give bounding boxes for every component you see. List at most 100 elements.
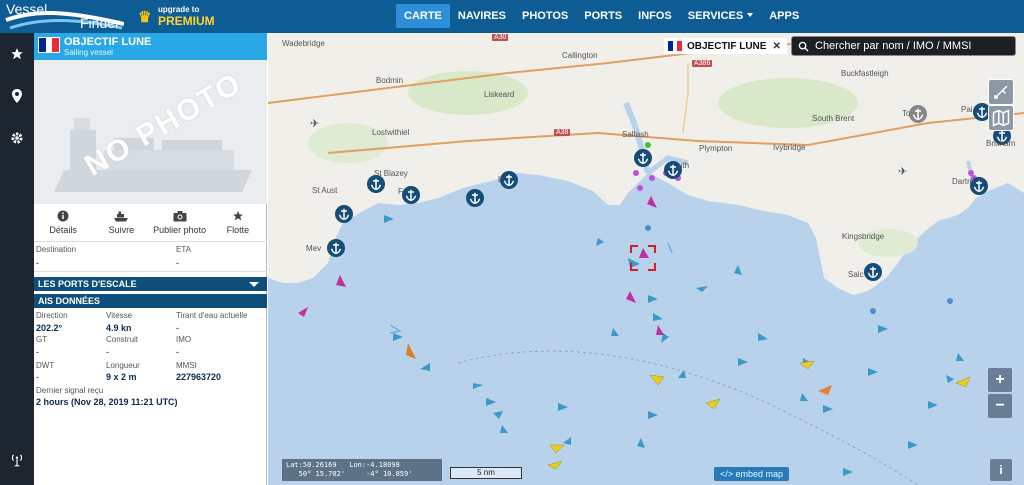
ais-data-grid: Direction Vitesse Tirant d'eau actuelle …: [34, 311, 267, 421]
follow-button[interactable]: Suivre: [92, 209, 150, 239]
port-anchor-icon[interactable]: [327, 239, 345, 260]
dwt-value: -: [36, 372, 39, 382]
map-icon: [992, 109, 1010, 127]
place-plymouth: uth: [678, 161, 690, 170]
nav-infos[interactable]: INFOS: [630, 4, 680, 28]
direction-label: Direction: [36, 311, 68, 320]
map-scale: 5 nm: [450, 467, 522, 479]
map-view[interactable]: Wadebridge Bodmin Callington Liskeard Bu…: [268, 33, 1024, 485]
place-ivybridge: Ivybridge: [773, 143, 806, 152]
vessel-search[interactable]: [791, 36, 1016, 56]
settings-button[interactable]: [0, 123, 34, 153]
place-buckfastleigh: Buckfastleigh: [841, 69, 889, 78]
search-input[interactable]: [815, 40, 1015, 52]
upgrade-caption: upgrade to: [158, 5, 200, 14]
coord-lon-dms: -4° 10.859': [366, 470, 413, 478]
follow-label: Suivre: [108, 225, 135, 235]
dwt-label: DWT: [36, 361, 55, 370]
place-kingsbridge: Kingsbridge: [842, 232, 885, 241]
port-anchor-grey-icon[interactable]: [909, 105, 927, 126]
built-value: -: [106, 347, 109, 357]
destination-value: -: [36, 258, 39, 268]
mmsi-value: 227963720: [176, 372, 222, 382]
place-st-blazey: St Blazey: [374, 169, 408, 178]
main-nav: CARTE NAVIRES PHOTOS PORTS INFOS SERVICE…: [396, 4, 807, 28]
star-icon: [11, 48, 23, 60]
gear-icon: [11, 132, 23, 144]
voyage-info: Destination ETA - -: [34, 245, 267, 273]
left-rail: [0, 33, 34, 485]
details-button[interactable]: Détails: [34, 209, 92, 239]
port-anchor-icon[interactable]: [864, 263, 882, 284]
imo-value: -: [176, 347, 179, 357]
place-mevagissey: Mev: [306, 244, 322, 253]
road-a386: A386: [692, 60, 713, 67]
chevron-down-icon: [747, 13, 754, 17]
ais-data-title: AIS DONNÉES: [38, 296, 101, 306]
vessel-type: Sailing vessel: [64, 48, 113, 57]
last-signal-value: 2 hours (Nov 28, 2019 11:21 UTC): [36, 397, 178, 407]
selected-vessel-frame[interactable]: [630, 245, 656, 271]
nav-ports[interactable]: PORTS: [576, 4, 630, 28]
port-anchor-icon[interactable]: [367, 175, 385, 196]
draught-label: Tirant d'eau actuelle: [176, 311, 248, 320]
port-anchor-icon[interactable]: [466, 189, 484, 210]
place-bodmin: Bodmin: [376, 76, 404, 85]
zoom-in-button[interactable]: +: [988, 368, 1012, 392]
place-salcombe: Salc: [848, 270, 864, 279]
port-calls-title: LES PORTS D'ESCALE: [38, 279, 137, 289]
close-icon[interactable]: ✕: [772, 41, 780, 52]
mmsi-label: MMSI: [176, 361, 197, 370]
fleet-label: Flotte: [226, 225, 250, 235]
port-anchor-icon[interactable]: [402, 186, 420, 207]
vesselfinder-logo[interactable]: Vessel Finder: [4, 2, 124, 31]
port-calls-section[interactable]: LES PORTS D'ESCALE: [34, 277, 267, 291]
nav-apps[interactable]: APPS: [761, 4, 807, 28]
place-south-brent: South Brent: [812, 114, 855, 123]
place-plympton: Plympton: [699, 144, 733, 153]
fleet-button[interactable]: Flotte: [209, 209, 267, 239]
nav-services-label: SERVICES: [687, 10, 744, 22]
draught-value: -: [176, 323, 179, 333]
built-label: Construit: [106, 335, 139, 344]
gt-value: -: [36, 347, 39, 357]
length-label: Longueur: [106, 361, 140, 370]
vessel-name[interactable]: OBJECTIF LUNE: [64, 36, 151, 48]
place-fowey: F: [398, 187, 403, 196]
nav-navires[interactable]: NAVIRES: [450, 4, 514, 28]
port-anchor-icon[interactable]: [500, 171, 518, 192]
place-totnes: To: [902, 109, 911, 118]
selected-vessel-tag[interactable]: OBJECTIF LUNE ✕: [664, 38, 787, 54]
publish-photo-button[interactable]: Publier photo: [151, 209, 209, 239]
nav-photos[interactable]: PHOTOS: [514, 4, 576, 28]
port-anchor-icon[interactable]: [335, 205, 353, 226]
favorites-button[interactable]: [0, 39, 34, 69]
direction-value: 202.2°: [36, 323, 63, 333]
place-st-austell: St Aust: [312, 186, 338, 195]
coord-lon: Lon:-4.18098: [349, 461, 400, 469]
location-button[interactable]: [0, 81, 34, 111]
info-icon: [57, 210, 69, 222]
measure-tool-button[interactable]: [988, 79, 1014, 105]
details-label: Détails: [49, 225, 77, 235]
coord-lat-dms: 50° 15.702': [298, 470, 346, 478]
map-layers-button[interactable]: [988, 105, 1014, 131]
place-dartmouth: Dartm: [952, 177, 974, 186]
length-value: 9 x 2 m: [106, 372, 137, 382]
eta-value: -: [176, 258, 179, 268]
embed-map-button[interactable]: </> embed map: [714, 467, 790, 481]
gt-label: GT: [36, 335, 48, 344]
speed-label: Vitesse: [106, 311, 133, 320]
signal-button[interactable]: [0, 445, 34, 475]
place-brixham: Brixham: [986, 139, 1016, 148]
nav-carte[interactable]: CARTE: [396, 4, 450, 28]
port-anchor-icon[interactable]: [634, 149, 652, 170]
map-info-button[interactable]: i: [990, 459, 1012, 481]
logo-word-vessel: Vessel: [6, 1, 48, 17]
destination-label: Destination: [36, 245, 77, 254]
coord-lat: Lat:50.26169: [286, 461, 337, 469]
eta-label: ETA: [176, 245, 191, 254]
zoom-out-button[interactable]: −: [988, 394, 1012, 418]
flag-france-icon: [668, 41, 683, 51]
nav-services[interactable]: SERVICES: [680, 4, 761, 28]
